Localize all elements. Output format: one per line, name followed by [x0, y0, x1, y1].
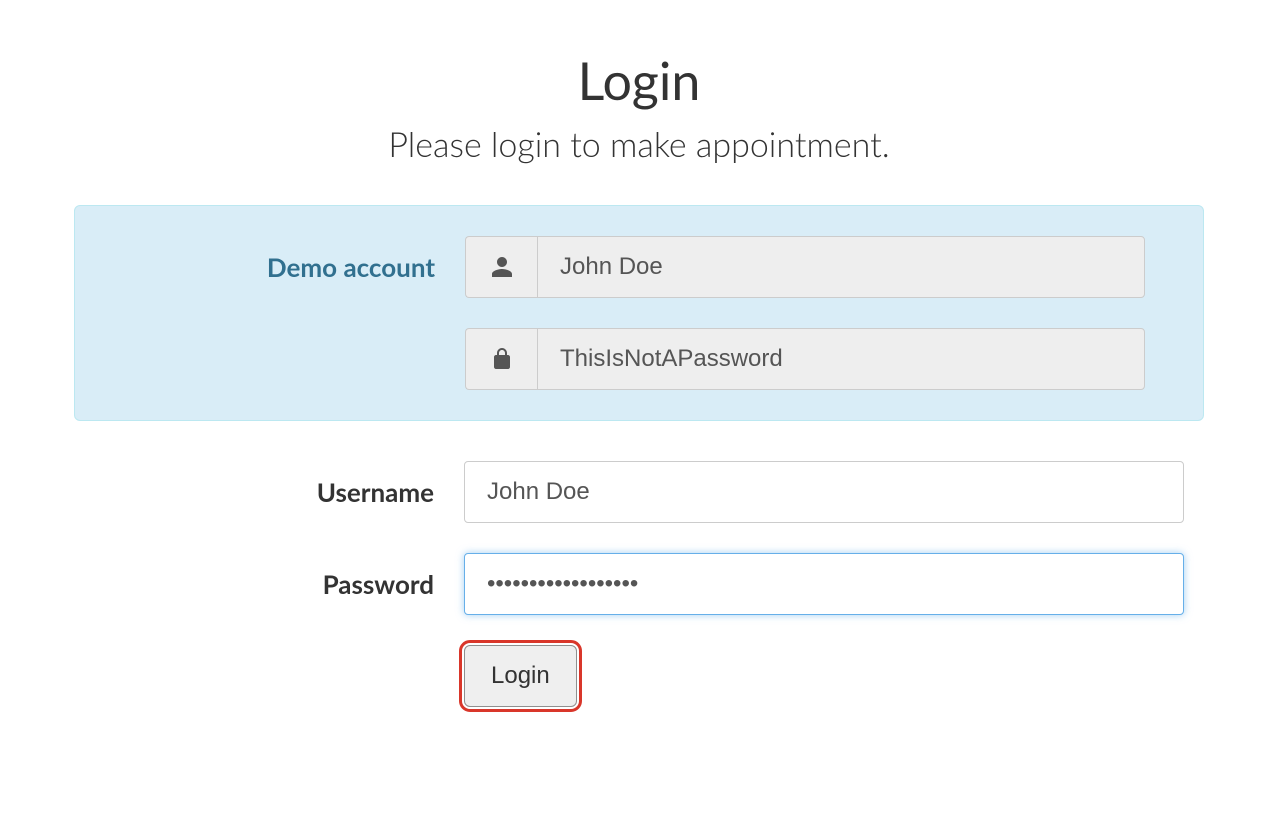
page-subtitle: Please login to make appointment. — [74, 124, 1204, 165]
user-icon — [465, 236, 537, 298]
button-row: Login — [74, 645, 1204, 707]
login-container: Login Please login to make appointment. … — [74, 50, 1204, 707]
login-button[interactable]: Login — [464, 645, 577, 707]
demo-username-field — [537, 236, 1145, 298]
username-label: Username — [74, 476, 464, 508]
demo-username-row: Demo account — [105, 236, 1173, 298]
login-header: Login Please login to make appointment. — [74, 50, 1204, 165]
password-label: Password — [74, 568, 464, 600]
lock-icon — [465, 328, 537, 390]
button-offset — [74, 645, 464, 707]
password-input[interactable] — [464, 553, 1184, 615]
password-row: Password — [74, 553, 1204, 615]
demo-password-row — [105, 328, 1173, 390]
demo-username-group — [465, 236, 1145, 298]
username-row: Username — [74, 461, 1204, 523]
demo-password-field — [537, 328, 1145, 390]
page-title: Login — [74, 50, 1204, 112]
username-input[interactable] — [464, 461, 1184, 523]
demo-password-group — [465, 328, 1145, 390]
demo-account-panel: Demo account — [74, 205, 1204, 421]
demo-account-label: Demo account — [105, 251, 465, 283]
